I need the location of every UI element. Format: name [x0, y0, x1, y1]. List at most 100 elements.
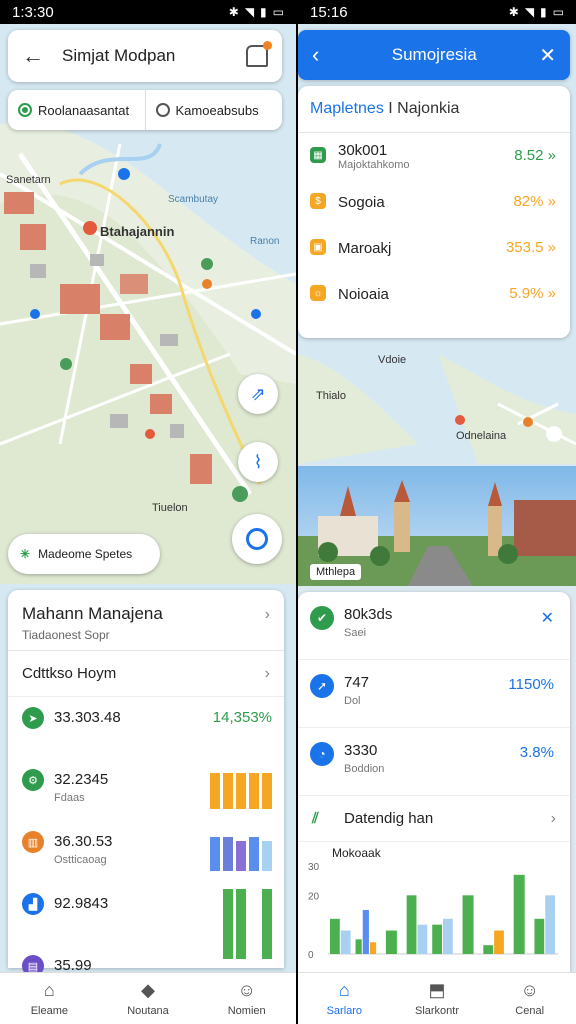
chevron-right-icon: ›	[264, 665, 270, 682]
chart-bar	[534, 918, 545, 954]
section-header[interactable]: ⫽ Datendig han ›	[298, 796, 570, 842]
nav-label: Cenal	[515, 1005, 545, 1017]
map-label-water: Ranon	[250, 236, 280, 247]
share-button[interactable]: ⇗	[238, 374, 278, 414]
bluetooth-icon: ✱	[228, 5, 239, 19]
chart-title: Mokoaak	[332, 846, 381, 860]
radio-icon	[155, 103, 170, 117]
y-tick-label: 0	[308, 950, 314, 961]
stat-sub: Dol	[344, 695, 361, 707]
bottom-nav-right: ⌂ Sarlaro ⬒ Slarkontr ☺ Cenal	[298, 972, 576, 1024]
nav-item[interactable]: ☺ Nomien	[197, 973, 296, 1024]
back-chevron-icon[interactable]: ‹	[312, 42, 319, 68]
stat-value: 80k3ds	[344, 606, 393, 623]
ranking-item[interactable]: ☼ Noioaia 5.9% »	[298, 271, 570, 317]
y-tick-label: 30	[308, 862, 320, 873]
stat-row[interactable]: ▥ 36.30.53 Ostticaoag	[8, 821, 284, 883]
section-header[interactable]: Cdttkso Hoym ›	[8, 651, 284, 697]
ranking-card: Mapletnes I Najonkia ▦ 30k001 Majoktahko…	[298, 86, 570, 338]
sun-icon: ☼	[310, 285, 326, 301]
chart-bar	[494, 930, 504, 954]
coin-icon: $	[310, 193, 326, 209]
double-chevron-icon: »	[547, 147, 556, 164]
stat-percent: 14,353%	[212, 709, 272, 726]
stat-percent: 3.8%	[519, 744, 554, 761]
map-label-place: Btahajannin	[100, 224, 175, 239]
sheet-subtitle: Tiadaonest Sopr	[22, 628, 110, 642]
double-chevron-icon: »	[547, 285, 556, 302]
chevron-right-icon: ›	[264, 606, 270, 623]
back-arrow-icon[interactable]: ←	[22, 43, 44, 69]
nav-item[interactable]: ⬒ Slarkontr	[391, 973, 484, 1024]
run-icon: ➚	[310, 674, 334, 698]
save-icon: ⬒	[428, 980, 446, 1000]
bar-icon: ▥	[22, 831, 44, 853]
stat-value: 35.99	[54, 957, 92, 972]
home-icon: ⌂	[338, 980, 350, 1000]
item-percent: 353.5 »	[506, 239, 556, 256]
sparkle-icon: ✳	[20, 547, 31, 561]
signal-icon: ▮	[540, 5, 547, 19]
nav-label: Noutana	[127, 1005, 169, 1017]
stat-row[interactable]: ➤ 33.303.48 14,353%	[8, 697, 284, 759]
chart-bar	[483, 945, 494, 954]
place-photo[interactable]: Mthlepa	[298, 466, 576, 586]
chart-bar	[545, 895, 555, 954]
bluetooth-icon: ✱	[508, 5, 519, 19]
map-pin-icon: ◆	[141, 980, 155, 1000]
nav-item[interactable]: ⌂ Eleame	[0, 973, 99, 1024]
item-percent: 8.52 »	[514, 147, 556, 164]
stat-row[interactable]: ⚙ 32.2345 Fdaas	[8, 759, 284, 821]
right-pane: Vdoie Thialo Odnelaina ‹ Sumojresia ✕ Ma…	[298, 24, 576, 972]
nav-label: Eleame	[30, 1005, 68, 1017]
filter-option[interactable]: Roolanaasantat	[8, 90, 145, 130]
ranking-item[interactable]: $ Sogoia 82% »	[298, 179, 570, 225]
ranking-heading-b: I Najonkia	[388, 100, 460, 117]
ranking-item[interactable]: ▦ 30k001 Majoktahkomo 8.52 »	[298, 133, 570, 179]
mini-bar	[210, 837, 220, 871]
nearby-button[interactable]: ✳ Madeome Spetes	[8, 534, 160, 574]
y-tick-label: 20	[308, 891, 320, 902]
stat-percent: 1150%	[508, 676, 554, 693]
item-percent-value: 5.9%	[509, 285, 544, 302]
battery-icon: ▭	[552, 5, 564, 19]
chart-bar	[417, 924, 428, 954]
person-icon: ☺	[520, 980, 539, 1000]
notification-bell-icon[interactable]	[246, 41, 272, 67]
chevron-right-icon: ›	[550, 810, 556, 827]
speed-icon: ◔	[310, 742, 334, 766]
stat-row[interactable]: ➚ 747 Dol 1150%	[298, 660, 570, 728]
nav-item[interactable]: ☺ Cenal	[483, 973, 576, 1024]
nav-label: Slarkontr	[414, 1005, 460, 1017]
sheet-header[interactable]: Mahann Manajena Tiadaonest Sopr ›	[8, 590, 284, 651]
gear-icon: ⚙	[22, 769, 44, 791]
nav-label: Sarlaro	[326, 1005, 363, 1017]
close-icon[interactable]: ✕	[539, 43, 556, 68]
status-bar-left: 1:3:30 ✱ ◥ ▮ ▭	[0, 0, 296, 24]
close-icon[interactable]: ✕	[541, 608, 554, 628]
stat-row[interactable]: ◔ 3330 Boddion 3.8%	[298, 728, 570, 796]
chart-bar	[362, 910, 369, 954]
person-icon: ☺	[237, 980, 256, 1000]
layers-button[interactable]: ⌇	[238, 442, 278, 482]
nav-item[interactable]: ◆ Noutana	[99, 973, 198, 1024]
mini-bar-chart	[210, 827, 272, 871]
nav-item[interactable]: ⌂ Sarlaro	[298, 973, 391, 1024]
ranking-item[interactable]: ▣ Maroakj 353.5 »	[298, 225, 570, 271]
stat-row[interactable]: ✔ 80k3ds Saei ✕	[298, 592, 570, 660]
filter-bar: Roolanaasantat Kamoeabsubs	[8, 90, 282, 130]
stat-row[interactable]: ▟ 92.9843	[8, 883, 284, 959]
chart-bar	[385, 930, 397, 954]
nav-label: Nomien	[227, 1005, 266, 1017]
filter-label: Roolanaasantat	[38, 102, 130, 118]
double-chevron-icon: »	[547, 193, 556, 210]
my-location-button[interactable]	[232, 514, 282, 564]
bar-chart: 0 20 30	[308, 862, 558, 961]
map-label-place: Tiuelon	[152, 502, 188, 514]
stat-sub: Saei	[344, 627, 367, 639]
filter-option[interactable]: Kamoeabsubs	[144, 90, 283, 130]
stat-sub: Boddion	[344, 763, 385, 775]
leaf-icon: ✔	[310, 606, 334, 630]
wallet-icon: ▤	[22, 955, 44, 972]
stat-row[interactable]: ▤ 35.99 Kann	[8, 945, 284, 972]
